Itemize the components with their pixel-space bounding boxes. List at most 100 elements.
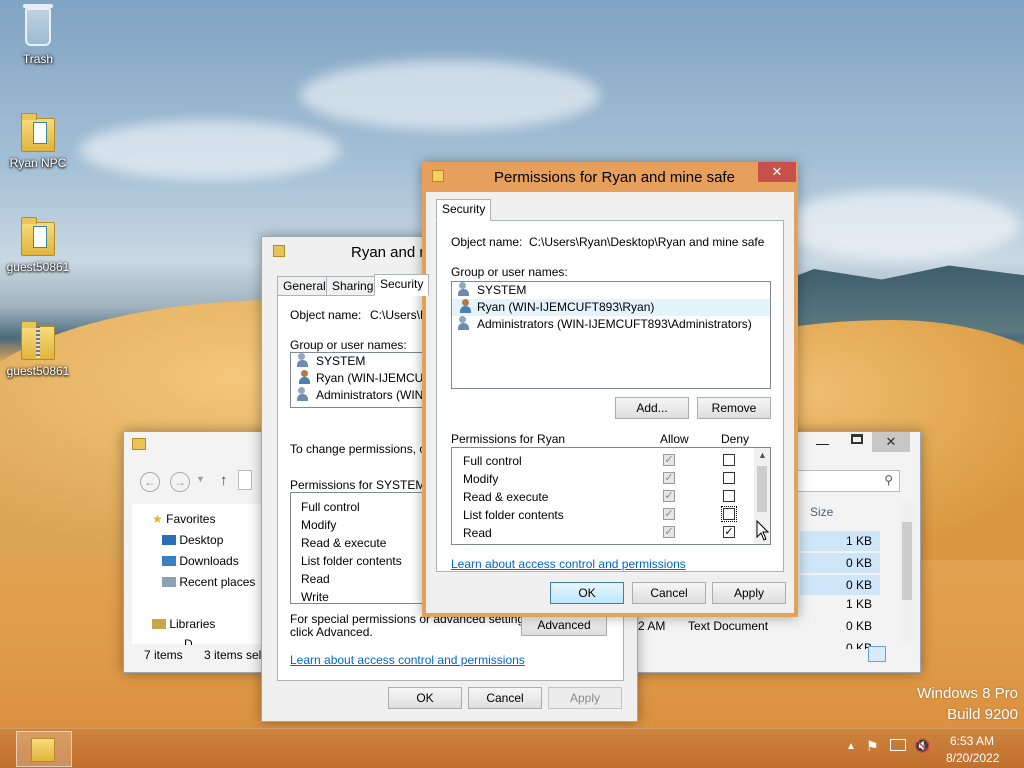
add-button[interactable]: Add... [615, 397, 689, 419]
ok-button[interactable]: OK [388, 687, 462, 709]
large-icons-view-icon[interactable] [890, 646, 908, 662]
nav-item-downloads[interactable]: Downloads [162, 554, 239, 568]
deny-checkbox[interactable]: ✓ [723, 526, 735, 538]
list-item: Full control [301, 500, 360, 514]
details-view-icon[interactable] [868, 646, 886, 662]
chevron-up-icon[interactable]: ▲ [846, 741, 856, 752]
close-icon[interactable]: ✕ [758, 162, 796, 182]
cancel-button[interactable]: Cancel [468, 687, 542, 709]
list-item-selected[interactable]: Ryan (WIN-IJEMCUFT893\Ryan) [452, 299, 770, 316]
column-header-size[interactable]: Size [810, 505, 833, 519]
group-label: Group or user names: [451, 265, 568, 279]
list-item: Read [301, 572, 330, 586]
flag-icon[interactable]: ⚑ [866, 738, 879, 755]
desktop-icon-guest-folder[interactable]: guest50861 [2, 214, 74, 274]
group-label: Group or user names: [290, 338, 407, 352]
deny-checkbox[interactable] [723, 472, 735, 484]
object-name-label: Object name: [451, 235, 523, 249]
taskbar: ▲ ⚑ 🔇 6:53 AM 8/20/2022 [0, 728, 1024, 768]
chevron-down-icon[interactable]: ▼ [196, 474, 205, 484]
deny-header: Deny [721, 432, 750, 446]
star-icon: ★ [152, 512, 163, 526]
address-bar[interactable] [238, 470, 252, 490]
taskbar-file-explorer[interactable] [16, 731, 72, 767]
learn-link[interactable]: Learn about access control and permissio… [451, 557, 686, 571]
object-name-label: Object name: [290, 308, 362, 322]
deny-checkbox[interactable] [721, 506, 737, 522]
special-permissions-text-2: click Advanced. [290, 625, 373, 639]
nav-item-desktop[interactable]: Desktop [162, 533, 223, 547]
file-size: 1 KB [846, 534, 873, 548]
list-item[interactable]: Administrators (WIN-IJE [291, 387, 445, 404]
tab-sharing[interactable]: Sharing [326, 276, 380, 296]
forward-icon[interactable]: → [170, 472, 190, 492]
desktop-icon-trash[interactable]: Trash [2, 4, 74, 66]
permissions-label: Permissions for Ryan [451, 432, 566, 446]
users-icon [458, 282, 474, 296]
status-item-count: 7 items [144, 648, 183, 662]
file-type: Text Document [688, 619, 769, 633]
tab-security[interactable]: Security [436, 199, 492, 221]
allow-checkbox[interactable]: ✓ [663, 490, 675, 502]
cancel-button[interactable]: Cancel [632, 582, 706, 604]
allow-checkbox[interactable]: ✓ [663, 454, 675, 466]
scrollbar-thumb[interactable] [757, 466, 767, 512]
list-item[interactable]: SYSTEM [291, 353, 429, 370]
nav-favorites[interactable]: ★ Favorites [152, 512, 215, 526]
tab-general[interactable]: General [277, 276, 332, 296]
up-arrow-icon[interactable]: ↑ [220, 472, 228, 489]
zip-folder-icon [19, 318, 57, 362]
folder-icon [19, 214, 57, 258]
search-input[interactable]: ⚲ [794, 470, 900, 492]
desktop-icon-guest-zip[interactable]: guest50861 [2, 318, 74, 378]
folder-icon [432, 170, 444, 182]
remove-button[interactable]: Remove [697, 397, 771, 419]
allow-checkbox[interactable]: ✓ [663, 526, 675, 538]
allow-checkbox[interactable]: ✓ [663, 508, 675, 520]
allow-header: Allow [660, 432, 689, 446]
desktop-icon-label: Trash [22, 52, 54, 66]
close-icon[interactable]: ✕ [872, 432, 910, 452]
network-icon[interactable] [890, 739, 906, 751]
object-name-value: C:\Users\Ryan\Desktop\Ryan and mine safe [529, 235, 765, 249]
list-item[interactable]: Ryan (WIN-IJEMCUFT [291, 370, 438, 387]
nav-libraries[interactable]: Libraries [152, 617, 215, 631]
list-item: Write [301, 590, 329, 604]
deny-checkbox[interactable] [723, 490, 735, 502]
ok-button[interactable]: OK [550, 582, 624, 604]
allow-checkbox[interactable]: ✓ [663, 472, 675, 484]
users-icon [297, 387, 313, 401]
minimize-icon[interactable]: — [816, 436, 829, 451]
speaker-muted-icon[interactable]: 🔇 [914, 738, 930, 754]
user-list[interactable]: SYSTEM Ryan (WIN-IJEMCUFT Administrators… [290, 352, 445, 408]
permission-row-label: Modify [463, 472, 499, 486]
back-icon[interactable]: ← [140, 472, 160, 492]
list-item[interactable]: SYSTEM [452, 282, 770, 299]
user-list[interactable]: SYSTEM Ryan (WIN-IJEMCUFT893\Ryan) Admin… [451, 281, 771, 389]
chevron-up-icon[interactable]: ▲ [758, 450, 767, 460]
user-icon [458, 299, 474, 313]
nav-libraries-child[interactable]: D [184, 637, 193, 645]
deny-checkbox[interactable] [723, 454, 735, 466]
desktop-icon-label: guest50861 [6, 260, 70, 274]
permissions-list: Full control Modify Read & execute List … [451, 447, 771, 545]
nav-item-recent-places[interactable]: Recent places [162, 575, 255, 589]
apply-button[interactable]: Apply [548, 687, 622, 709]
apply-button[interactable]: Apply [712, 582, 786, 604]
advanced-button[interactable]: Advanced [521, 614, 607, 636]
clock[interactable]: 6:53 AM 8/20/2022 [946, 734, 999, 765]
permissions-label: Permissions for SYSTEM [290, 478, 426, 492]
window-title: Ryan and m [351, 244, 432, 261]
desktop-icon-ryan-npc[interactable]: Ryan NPC [2, 110, 74, 170]
permission-row-label: Read [463, 526, 492, 540]
scrollbar[interactable] [899, 502, 915, 642]
learn-link[interactable]: Learn about access control and permissio… [290, 653, 525, 667]
status-selected-count: 3 items sele [204, 648, 269, 662]
file-time: 2 AM [638, 619, 666, 633]
recycle-bin-icon [19, 4, 57, 50]
search-icon: ⚲ [884, 473, 893, 487]
maximize-icon[interactable] [851, 434, 863, 444]
tab-security[interactable]: Security [374, 274, 430, 296]
list-item: Modify [301, 518, 337, 532]
list-item[interactable]: Administrators (WIN-IJEMCUFT893\Administ… [452, 316, 770, 333]
